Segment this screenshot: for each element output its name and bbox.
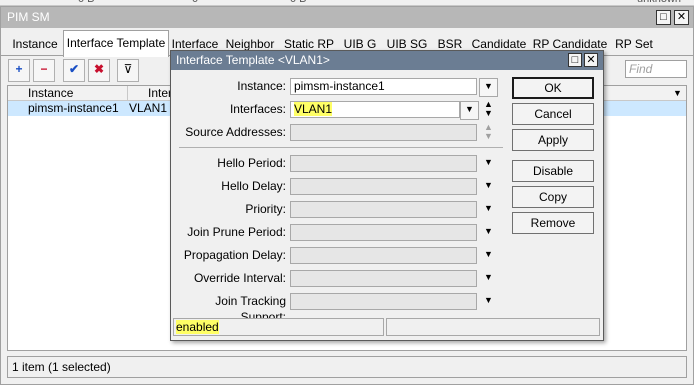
interfaces-label: Interfaces: [229, 102, 286, 116]
instance-label: Instance: [237, 79, 286, 93]
join-tracking-support-field[interactable] [290, 293, 477, 310]
copy-button[interactable]: Copy [512, 186, 594, 208]
join-tracking-support-dropdown-icon[interactable]: ▼ [480, 293, 497, 310]
dialog-status-bar: enabled [173, 318, 384, 336]
interfaces-value: VLAN1 [294, 102, 333, 116]
find-input[interactable]: Find [625, 60, 687, 78]
priority-field[interactable] [290, 201, 477, 218]
source-addresses-field[interactable] [290, 124, 477, 141]
apply-button[interactable]: Apply [512, 129, 594, 151]
propagation-delay-label: Propagation Delay: [183, 248, 286, 262]
dialog-close-icon[interactable]: ✕ [584, 53, 598, 67]
dialog-title-bar[interactable]: Interface Template <VLAN1> □ ✕ [171, 51, 603, 70]
hello-delay-label: Hello Delay: [221, 179, 286, 193]
ok-button[interactable]: OK [512, 77, 594, 99]
disable-button[interactable]: Disable [512, 160, 594, 182]
propagation-delay-dropdown-icon[interactable]: ▼ [480, 247, 497, 264]
dialog-restore-icon[interactable]: □ [568, 53, 582, 67]
section-divider [179, 147, 503, 148]
filter-icon[interactable]: ⊽ [117, 59, 139, 82]
dialog-title: Interface Template <VLAN1> [176, 53, 330, 67]
row-instance: pimsm-instance1 [28, 101, 119, 115]
join-prune-period-field[interactable] [290, 224, 477, 241]
tab-interface-template[interactable]: Interface Template [63, 30, 169, 58]
instance-dropdown-icon[interactable]: ▼ [479, 78, 498, 97]
add-icon[interactable]: + [8, 59, 30, 82]
priority-dropdown-icon[interactable]: ▼ [480, 201, 497, 218]
restore-icon[interactable]: □ [656, 10, 671, 25]
main-title-bar[interactable]: PIM SM □ ✕ [1, 7, 693, 28]
background-text: unknown [637, 0, 681, 5]
priority-label: Priority: [245, 202, 286, 216]
remove-icon[interactable]: − [33, 59, 55, 82]
interfaces-dropdown-icon[interactable]: ▼ [460, 101, 479, 120]
remove-button[interactable]: Remove [512, 212, 594, 234]
interfaces-select[interactable]: VLAN1 [290, 101, 460, 118]
override-interval-label: Override Interval: [193, 271, 286, 285]
dialog-status-secondary [386, 318, 600, 336]
hello-delay-field[interactable] [290, 178, 477, 195]
hello-delay-dropdown-icon[interactable]: ▼ [480, 178, 497, 195]
row-interface: VLAN1 [129, 101, 168, 115]
propagation-delay-field[interactable] [290, 247, 477, 264]
enabled-status: enabled [176, 320, 219, 334]
hello-period-label: Hello Period: [217, 156, 286, 170]
override-interval-dropdown-icon[interactable]: ▼ [480, 270, 497, 287]
tab-rp-set[interactable]: RP Set [611, 34, 657, 56]
enable-icon[interactable]: ✔ [63, 59, 85, 82]
hello-period-dropdown-icon[interactable]: ▼ [480, 155, 497, 172]
tab-instance[interactable]: Instance [7, 34, 63, 56]
interfaces-add-remove-icon[interactable]: ▲ ▼ [480, 100, 497, 118]
column-header-instance[interactable]: Instance [8, 86, 128, 101]
main-window-title: PIM SM [7, 10, 50, 24]
background-text: 0 B [290, 0, 307, 5]
override-interval-field[interactable] [290, 270, 477, 287]
source-addresses-label: Source Addresses: [185, 125, 286, 139]
disable-icon[interactable]: ✖ [88, 59, 110, 82]
join-prune-period-dropdown-icon[interactable]: ▼ [480, 224, 497, 241]
close-icon[interactable]: ✕ [674, 10, 689, 25]
join-prune-period-label: Join Prune Period: [187, 225, 286, 239]
hello-period-field[interactable] [290, 155, 477, 172]
instance-select[interactable]: pimsm-instance1 [290, 78, 477, 95]
column-menu-chevron-icon[interactable]: ▼ [673, 86, 685, 100]
source-addresses-add-remove-icon[interactable]: ▲ ▼ [480, 123, 497, 141]
cancel-button[interactable]: Cancel [512, 103, 594, 125]
background-text: 0 [192, 0, 198, 5]
background-text: 0 B [78, 0, 95, 5]
main-status-bar: 1 item (1 selected) [7, 356, 687, 378]
